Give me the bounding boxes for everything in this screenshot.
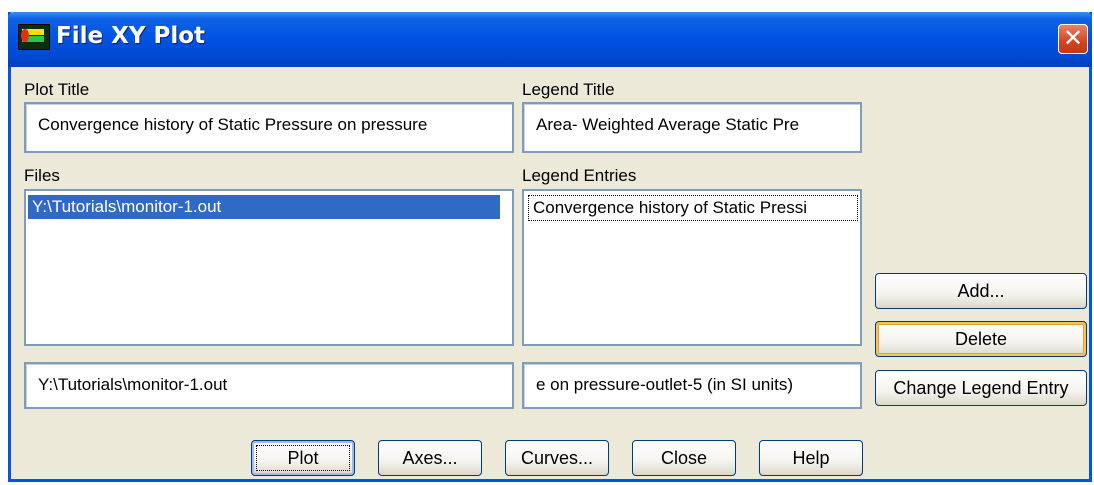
axes-button[interactable]: Axes... [378, 440, 482, 476]
plot-title-input[interactable]: Convergence history of Static Pressure o… [24, 102, 514, 153]
change-legend-entry-button[interactable]: Change Legend Entry [875, 370, 1087, 406]
files-label: Files [24, 166, 60, 185]
plot-button[interactable]: Plot [251, 440, 355, 476]
legend-title-input[interactable]: Area- Weighted Average Static Pre [522, 102, 862, 153]
curves-button[interactable]: Curves... [505, 440, 609, 476]
file-xy-plot-dialog: File XY Plot ✕ Plot Title Convergence hi… [8, 12, 1092, 482]
help-button[interactable]: Help [759, 440, 863, 476]
legend-entries-list-item[interactable]: Convergence history of Static Pressi [528, 195, 858, 221]
app-icon-red-dot [21, 29, 29, 42]
close-window-button[interactable]: ✕ [1058, 24, 1088, 54]
legend-entries-list[interactable]: Convergence history of Static Pressi [522, 189, 862, 346]
delete-button[interactable]: Delete [875, 321, 1087, 357]
files-list-item[interactable]: Y:\Tutorials\monitor-1.out [28, 195, 500, 219]
file-name-input[interactable]: Y:\Tutorials\monitor-1.out [24, 362, 514, 409]
change-legend-entry-button-label: Change Legend Entry [893, 378, 1069, 398]
window-title: File XY Plot [56, 23, 206, 49]
legend-entries-label: Legend Entries [522, 166, 637, 185]
add-button[interactable]: Add... [875, 273, 1087, 309]
legend-title-label: Legend Title [522, 80, 615, 99]
plot-button-label: Plot [287, 448, 319, 468]
close-icon: ✕ [1062, 24, 1084, 52]
help-button-label: Help [792, 448, 830, 468]
close-button[interactable]: Close [632, 440, 736, 476]
files-list[interactable]: Y:\Tutorials\monitor-1.out [24, 189, 514, 346]
legend-entry-input[interactable]: e on pressure-outlet-5 (in SI units) [522, 362, 862, 409]
fluent-app-icon [18, 24, 50, 50]
add-button-label: Add... [957, 281, 1005, 301]
plot-title-label: Plot Title [24, 80, 90, 99]
curves-button-label: Curves... [520, 448, 594, 468]
close-button-label: Close [660, 448, 708, 468]
title-bar[interactable]: File XY Plot ✕ [8, 12, 1092, 67]
delete-button-label: Delete [954, 329, 1008, 349]
axes-button-label: Axes... [402, 448, 458, 468]
